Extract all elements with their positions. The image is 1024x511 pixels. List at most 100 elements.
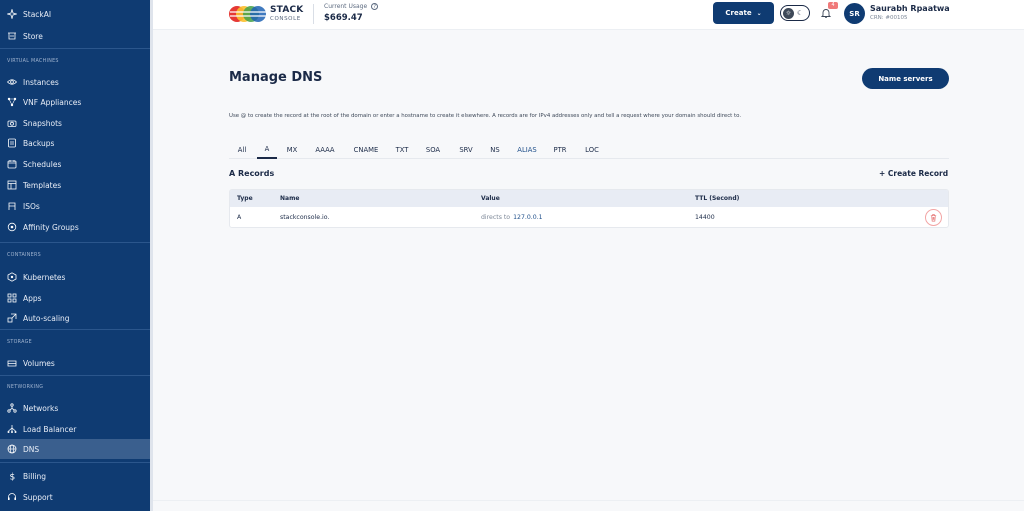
- sidebar-item-label: VNF Appliances: [23, 97, 82, 107]
- sidebar-item-label: Schedules: [23, 159, 62, 169]
- sidebar-item-label: Billing: [23, 471, 46, 481]
- tab-alias[interactable]: ALIAS: [514, 141, 540, 159]
- sidebar-item-affinity-groups[interactable]: Affinity Groups: [0, 217, 150, 237]
- affinity-icon: [7, 222, 17, 232]
- sidebar-divider: [0, 48, 150, 49]
- sidebar-item-label: Auto-scaling: [23, 313, 70, 323]
- brand-name: STACK: [270, 5, 304, 15]
- section-virtual-machines: VIRTUAL MACHINES: [7, 59, 59, 64]
- volume-icon: [7, 360, 17, 367]
- nodes-icon: [7, 97, 17, 107]
- store-icon: [8, 32, 16, 40]
- sidebar-item-networks[interactable]: Networks: [0, 398, 150, 418]
- sparkle-icon: [7, 9, 17, 19]
- tab-ns[interactable]: NS: [486, 141, 504, 159]
- tab-soa[interactable]: SOA: [422, 141, 444, 159]
- a-records-table: Type Name Value TTL (Second) A stackcons…: [229, 189, 949, 228]
- create-record-link[interactable]: + Create Record: [879, 169, 948, 178]
- sidebar-scrollbar[interactable]: [150, 0, 153, 511]
- sidebar-item-label: Kubernetes: [23, 272, 66, 282]
- user-name[interactable]: Saurabh Rpaatwa: [870, 4, 950, 13]
- theme-toggle[interactable]: ☼ ☾: [780, 5, 810, 21]
- dns-description: Use @ to create the record at the root o…: [229, 113, 742, 119]
- tab-loc[interactable]: LOC: [581, 141, 603, 159]
- sidebar-divider: [0, 329, 150, 330]
- page-title: Manage DNS: [229, 70, 323, 85]
- svg-text:$: $: [10, 473, 16, 482]
- sidebar-divider: [0, 462, 150, 463]
- notification-badge: 4: [828, 2, 838, 9]
- sidebar-item-volumes[interactable]: Volumes: [0, 353, 150, 373]
- autoscale-icon: [7, 313, 17, 323]
- column-header-ttl: TTL (Second): [695, 195, 740, 202]
- sidebar-item-apps[interactable]: Apps: [0, 288, 150, 308]
- cell-ttl: 14400: [695, 214, 715, 221]
- sidebar-item-billing[interactable]: $ Billing: [0, 466, 150, 486]
- stack-console-logo-icon: [229, 6, 266, 22]
- create-button[interactable]: Create ⌄: [713, 2, 774, 24]
- trash-icon: [930, 214, 937, 222]
- user-crn: CRN: #00105: [870, 15, 908, 21]
- sidebar-item-label: Store: [23, 31, 43, 41]
- sidebar-item-label: Snapshots: [23, 118, 62, 128]
- globe-icon: [7, 444, 17, 454]
- sidebar-item-kubernetes[interactable]: Kubernetes: [0, 267, 150, 287]
- template-icon: [7, 180, 17, 190]
- headset-icon: [8, 493, 16, 500]
- tab-txt[interactable]: TXT: [392, 141, 412, 159]
- sidebar-item-auto-scaling[interactable]: Auto-scaling: [0, 308, 150, 328]
- tab-a[interactable]: A: [257, 141, 277, 159]
- sidebar-divider: [0, 375, 150, 376]
- tab-aaaa[interactable]: AAAA: [311, 141, 339, 159]
- sidebar-item-templates[interactable]: Templates: [0, 175, 150, 195]
- sidebar-item-snapshots[interactable]: Snapshots: [0, 113, 150, 133]
- table-header: Type Name Value TTL (Second): [230, 190, 948, 207]
- tab-srv[interactable]: SRV: [455, 141, 477, 159]
- delete-record-button[interactable]: [925, 209, 942, 226]
- sidebar-item-store[interactable]: Store: [0, 26, 150, 46]
- tab-cname[interactable]: CNAME: [349, 141, 383, 159]
- kubernetes-icon: [7, 272, 17, 282]
- load-balancer-icon: [7, 425, 17, 433]
- sidebar-item-label: StackAI: [23, 9, 52, 19]
- sidebar-divider: [0, 242, 150, 243]
- help-icon[interactable]: ?: [371, 3, 379, 10]
- usage-label-text: Current Usage: [324, 3, 368, 10]
- avatar[interactable]: SR: [844, 3, 865, 24]
- dollar-icon: $: [10, 473, 16, 482]
- apps-icon: [7, 293, 17, 303]
- sidebar-item-label: DNS: [23, 444, 40, 454]
- column-header-name: Name: [280, 195, 300, 202]
- cell-name: stackconsole.io.: [280, 214, 330, 221]
- brand-subtitle: CONSOLE: [270, 16, 301, 22]
- tab-all[interactable]: All: [232, 141, 252, 159]
- sidebar-item-stackai[interactable]: StackAI: [0, 4, 150, 24]
- section-containers: CONTAINERS: [7, 253, 41, 258]
- name-servers-button[interactable]: Name servers: [862, 68, 949, 89]
- column-header-type: Type: [237, 195, 253, 202]
- cell-type: A: [237, 214, 242, 221]
- tab-ptr[interactable]: PTR: [550, 141, 570, 159]
- camera-icon: [7, 120, 17, 127]
- sidebar-item-label: Apps: [23, 293, 42, 303]
- sidebar-item-support[interactable]: Support: [0, 487, 150, 507]
- column-header-value: Value: [481, 195, 500, 202]
- sidebar-item-schedules[interactable]: Schedules: [0, 154, 150, 174]
- sidebar-item-load-balancer[interactable]: Load Balancer: [0, 419, 150, 439]
- sidebar-item-vnf-appliances[interactable]: VNF Appliances: [0, 92, 150, 112]
- sidebar-item-label: Load Balancer: [23, 424, 77, 434]
- sidebar-item-label: Affinity Groups: [23, 222, 79, 232]
- sidebar-item-dns[interactable]: DNS: [0, 439, 150, 459]
- section-networking: NETWORKING: [7, 385, 44, 390]
- section-title: A Records: [229, 169, 275, 178]
- sidebar: StackAI Store VIRTUAL MACHINES Instances…: [0, 0, 150, 511]
- sidebar-item-isos[interactable]: ISOs: [0, 196, 150, 216]
- sidebar-item-instances[interactable]: Instances: [0, 72, 150, 92]
- sidebar-item-label: Volumes: [23, 358, 55, 368]
- sidebar-item-backups[interactable]: Backups: [0, 133, 150, 153]
- tab-mx[interactable]: MX: [283, 141, 301, 159]
- record-type-tabs: All A MX AAAA CNAME TXT SOA SRV NS ALIAS…: [229, 141, 949, 159]
- disc-icon: [8, 202, 16, 210]
- section-storage: STORAGE: [7, 340, 32, 345]
- value-prefix: directs to: [481, 214, 511, 221]
